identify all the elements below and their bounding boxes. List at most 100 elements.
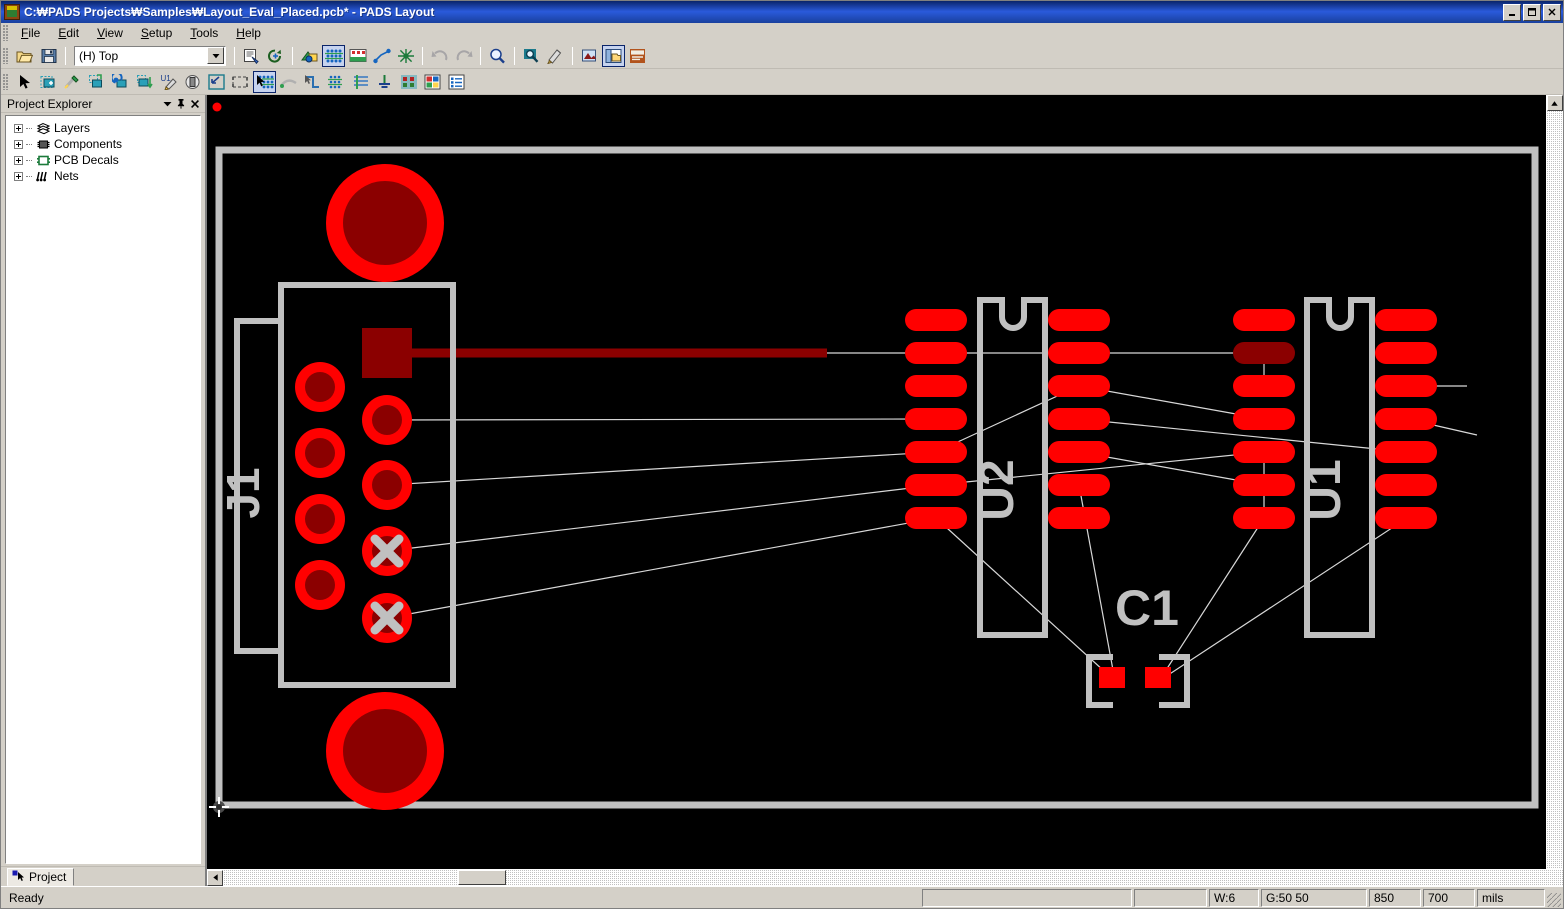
menu-grip[interactable] [3, 24, 9, 41]
mounting-hole-top[interactable] [326, 164, 444, 282]
u2-pads-left[interactable] [905, 309, 967, 529]
open-file-icon[interactable] [13, 45, 36, 67]
select-arrow-icon[interactable] [13, 71, 36, 93]
project-explorer-tree[interactable]: Layers Components PCB Decals Nets [5, 115, 201, 864]
menu-file[interactable]: File [12, 24, 49, 42]
j1-pad-1[interactable] [362, 328, 412, 378]
cluster-icon[interactable] [181, 71, 204, 93]
redo-icon[interactable] [452, 45, 475, 67]
status-units[interactable]: mils [1477, 888, 1545, 907]
menu-edit[interactable]: Edit [49, 24, 88, 42]
c1-pad-1[interactable] [1099, 667, 1125, 688]
pcb-canvas[interactable]: J1 U2 U1 C1 [206, 95, 1546, 869]
design-toolbar-icon[interactable] [322, 44, 345, 67]
component-c1[interactable]: C1 [1086, 580, 1190, 708]
expander-icon[interactable] [14, 155, 23, 165]
design-toolbar: U1 [1, 69, 1563, 95]
j1-pad-4[interactable] [362, 526, 412, 576]
horizontal-scrollbar[interactable] [206, 869, 1563, 886]
tree-node-nets[interactable]: Nets [8, 168, 198, 184]
union-icon[interactable] [229, 71, 252, 93]
chevron-down-icon[interactable] [207, 47, 224, 64]
j1-pad-3[interactable] [362, 460, 412, 510]
project-explorer-icon[interactable] [602, 44, 625, 67]
vertical-scrollbar[interactable] [1546, 95, 1563, 869]
move-icon[interactable] [85, 71, 108, 93]
expander-icon[interactable] [14, 139, 23, 149]
layer-combo-value: (H) Top [79, 48, 119, 63]
status-grid[interactable]: G:50 50 [1261, 888, 1367, 907]
redraw-icon[interactable] [544, 45, 567, 67]
scroll-left-button[interactable] [207, 869, 223, 886]
pcb-drawing[interactable]: J1 U2 U1 C1 [207, 95, 1546, 865]
j1-pad-2[interactable] [362, 395, 412, 445]
list-view-icon[interactable] [445, 71, 468, 93]
close-button[interactable] [1543, 3, 1561, 21]
component-j1[interactable]: J1 [217, 282, 456, 688]
pin-icon[interactable] [174, 97, 188, 111]
drill-down-icon[interactable] [397, 71, 420, 93]
status-x[interactable]: 850 [1369, 888, 1421, 907]
board-outline-icon[interactable] [205, 71, 228, 93]
flip-side-icon[interactable] [133, 71, 156, 93]
status-y[interactable]: 700 [1423, 888, 1475, 907]
zoom-icon[interactable] [486, 45, 509, 67]
toolbar-grip-design[interactable] [3, 73, 9, 90]
scroll-up-button[interactable] [1546, 95, 1563, 111]
save-file-icon[interactable] [37, 45, 60, 67]
chevron-down-icon[interactable] [160, 97, 174, 111]
disperse-icon[interactable] [61, 71, 84, 93]
split-plane-icon[interactable] [349, 71, 372, 93]
u1-pads-left[interactable] [1233, 309, 1295, 529]
toolbar-grip-standard[interactable] [3, 47, 9, 64]
tree-node-layers[interactable]: Layers [8, 120, 198, 136]
maximize-button[interactable] [1523, 3, 1541, 21]
close-icon[interactable] [188, 97, 202, 111]
minimize-button[interactable] [1503, 3, 1521, 21]
cam-toolbar-icon[interactable] [394, 45, 417, 67]
pointer-nets-icon[interactable] [253, 70, 276, 93]
report-icon[interactable] [240, 45, 263, 67]
tree-node-components[interactable]: Components [8, 136, 198, 152]
hscroll-thumb[interactable] [458, 870, 506, 885]
ratline [386, 484, 937, 552]
add-component-icon[interactable] [37, 71, 60, 93]
layer-combo[interactable]: (H) Top [74, 45, 226, 66]
resize-grip[interactable] [1547, 893, 1561, 907]
u2-pads-right[interactable] [1048, 309, 1110, 529]
drafting-toolbar-icon[interactable] [298, 45, 321, 67]
pads-router-icon[interactable] [626, 45, 649, 67]
expander-icon[interactable] [14, 171, 23, 181]
menu-label: etup [148, 25, 173, 40]
eco-toolbar-icon[interactable] [346, 45, 369, 67]
menu-setup[interactable]: Setup [132, 24, 181, 42]
refresh-sync-icon[interactable] [264, 45, 287, 67]
tree-node-pcb-decals[interactable]: PCB Decals [8, 152, 198, 168]
expander-icon[interactable] [14, 123, 23, 133]
spin-icon[interactable] [109, 71, 132, 93]
zoom-area-icon[interactable] [520, 45, 543, 67]
j1-pads-right[interactable] [362, 328, 412, 643]
layer-colors-icon[interactable] [421, 71, 444, 93]
bus-route-icon[interactable] [325, 71, 348, 93]
menu-help[interactable]: Help [227, 24, 270, 42]
j1-pad-5[interactable] [362, 593, 412, 643]
add-route-icon[interactable] [277, 71, 300, 93]
dynamic-route-icon[interactable] [301, 71, 324, 93]
tree-connector [26, 143, 32, 145]
undo-icon[interactable] [428, 45, 451, 67]
u1-pad-2[interactable] [1233, 342, 1295, 364]
tab-project[interactable]: Project [7, 868, 75, 886]
status-width[interactable]: W:6 [1209, 888, 1259, 907]
c1-pad-2[interactable] [1145, 667, 1171, 688]
pour-manager-icon[interactable] [578, 45, 601, 67]
component-u2[interactable]: U2 [905, 297, 1110, 638]
u1-pads-right[interactable] [1375, 309, 1437, 529]
rename-ref-icon[interactable]: U1 [157, 71, 180, 93]
menu-tools[interactable]: Tools [181, 24, 227, 42]
menu-view[interactable]: View [88, 24, 132, 42]
test-point-icon[interactable] [373, 71, 396, 93]
mounting-hole-bottom[interactable] [326, 692, 444, 810]
route-toolbar-icon[interactable] [370, 45, 393, 67]
j1-pads-left[interactable] [295, 362, 345, 610]
